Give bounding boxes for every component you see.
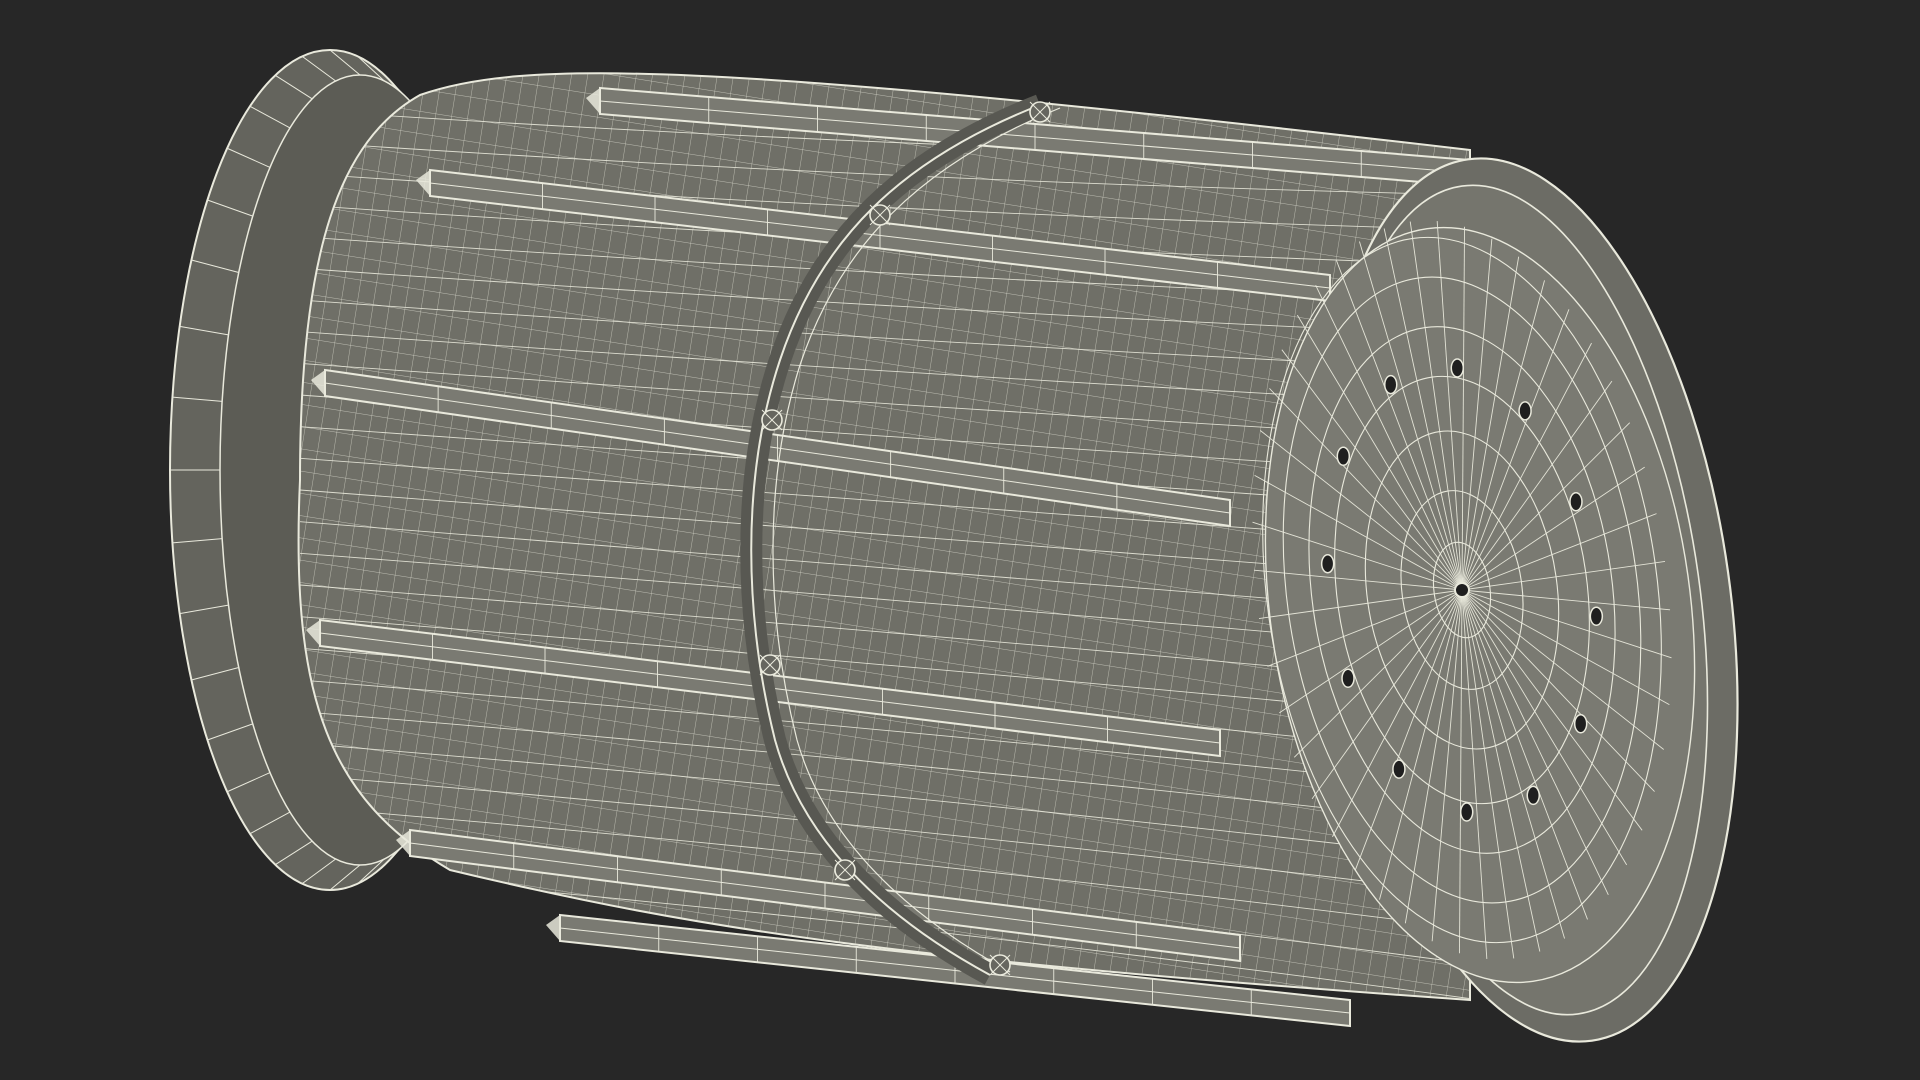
cap-mounting-hole <box>1392 759 1406 779</box>
cap-mounting-hole <box>1526 785 1541 806</box>
rib-end-cap <box>546 915 560 941</box>
wireframe-cylinder-render <box>169 49 1739 1043</box>
cap-mounting-hole <box>1573 714 1588 734</box>
cap-mounting-hole <box>1459 802 1474 822</box>
cap-mounting-hole <box>1569 491 1583 512</box>
render-viewport <box>0 0 1920 1080</box>
cap-mounting-hole <box>1336 446 1351 466</box>
cap-mounting-hole <box>1383 374 1398 395</box>
cap-mounting-hole <box>1341 668 1355 689</box>
end-cap-center-hub <box>1454 582 1470 598</box>
cap-mounting-hole <box>1518 401 1532 421</box>
cap-mounting-hole <box>1589 606 1604 627</box>
cap-mounting-hole <box>1320 553 1335 574</box>
cap-mounting-hole <box>1450 358 1465 378</box>
